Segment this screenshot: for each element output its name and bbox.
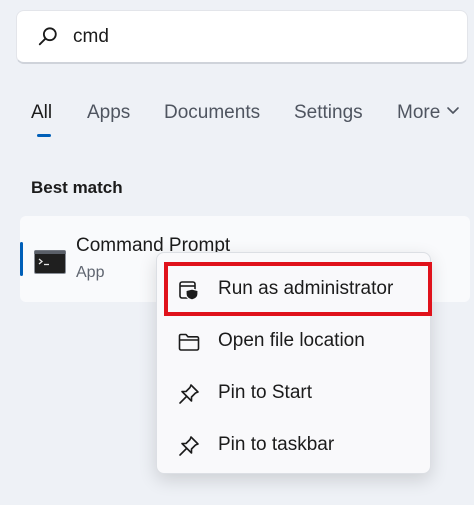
command-prompt-icon [34,250,66,274]
tab-documents[interactable]: Documents [164,102,260,124]
search-input[interactable] [73,24,453,50]
active-tab-indicator [37,134,51,137]
section-title-best-match: Best match [31,178,123,197]
tab-more[interactable]: More [397,102,460,124]
menu-item-open-file-location[interactable]: Open file location [157,318,430,364]
tab-settings[interactable]: Settings [294,102,363,124]
search-box[interactable] [16,10,468,64]
context-menu: Run as administrator Open file location … [156,252,431,474]
tab-more-label: More [397,102,441,123]
selection-indicator [20,242,23,276]
pin-icon [179,384,199,404]
shield-icon [179,281,199,301]
tab-all[interactable]: All [31,102,52,124]
menu-item-label: Pin to taskbar [218,434,335,455]
filter-tabs: All Apps Documents Settings More [0,98,474,138]
menu-item-run-as-administrator[interactable]: Run as administrator [157,266,430,312]
result-type: App [76,264,105,281]
menu-item-label: Pin to Start [218,382,312,403]
menu-item-label: Run as administrator [218,278,394,299]
pin-icon [179,436,199,456]
search-icon [38,27,57,46]
menu-item-label: Open file location [218,330,365,351]
folder-icon [178,333,200,351]
menu-item-pin-to-start[interactable]: Pin to Start [157,370,430,416]
chevron-down-icon [447,107,460,114]
menu-item-pin-to-taskbar[interactable]: Pin to taskbar [157,422,430,468]
tab-apps[interactable]: Apps [87,102,130,124]
